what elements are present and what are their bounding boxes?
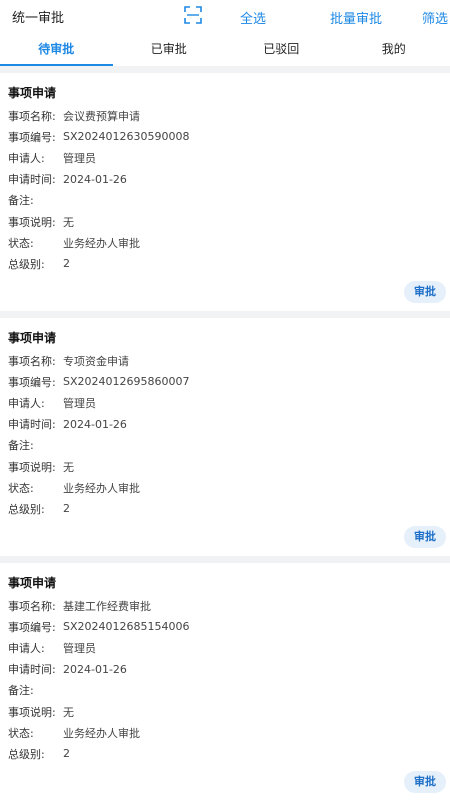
- item-name-value: 基建工作经费审批: [63, 599, 151, 613]
- level-row: 总级别: 2: [8, 253, 442, 274]
- applicant-row: 申请人: 管理员: [8, 392, 442, 413]
- tab-bar: 待审批 已审批 已驳回 我的: [0, 34, 450, 66]
- item-code-label: 事项编号:: [8, 130, 56, 144]
- description-value: 无: [63, 460, 74, 474]
- tab-rejected[interactable]: 已驳回: [225, 34, 338, 66]
- item-name-value: 会议费预算申请: [63, 109, 140, 123]
- description-label: 事项说明:: [8, 705, 56, 719]
- description-value: 无: [63, 215, 74, 229]
- applicant-value: 管理员: [63, 641, 96, 655]
- status-row: 状态: 业务经办人审批: [8, 232, 442, 253]
- tab-approved[interactable]: 已审批: [113, 34, 226, 66]
- level-value: 2: [63, 502, 70, 516]
- apply-time-label: 申请时间:: [8, 173, 56, 187]
- select-all-button[interactable]: 全选: [240, 8, 266, 27]
- status-row: 状态: 业务经办人审批: [8, 477, 442, 498]
- apply-time-row: 申请时间: 2024-01-26: [8, 414, 442, 435]
- page-title: 统一审批: [12, 11, 65, 26]
- scan-icon[interactable]: [184, 6, 202, 24]
- item-name-label: 事项名称:: [8, 109, 56, 123]
- status-value: 业务经办人审批: [63, 236, 140, 250]
- apply-time-value: 2024-01-26: [63, 662, 127, 676]
- status-value: 业务经办人审批: [63, 726, 140, 740]
- level-label: 总级别:: [8, 747, 45, 761]
- remark-label: 备注:: [8, 684, 34, 698]
- status-label: 状态:: [8, 726, 34, 740]
- item-name-row: 事项名称: 专项资金申请: [8, 350, 442, 371]
- apply-time-value: 2024-01-26: [63, 417, 127, 431]
- remark-row: 备注:: [8, 190, 442, 211]
- approve-button[interactable]: 审批: [404, 526, 446, 548]
- applicant-label: 申请人:: [8, 641, 45, 655]
- card-title: 事项申请: [8, 576, 57, 590]
- item-code-row: 事项编号: SX2024012630590008: [8, 126, 442, 147]
- tab-mine[interactable]: 我的: [338, 34, 450, 66]
- applicant-value: 管理员: [63, 151, 96, 165]
- description-row: 事项说明: 无: [8, 211, 442, 232]
- item-code-label: 事项编号:: [8, 375, 56, 389]
- apply-time-row: 申请时间: 2024-01-26: [8, 659, 442, 680]
- applicant-label: 申请人:: [8, 396, 45, 410]
- apply-time-value: 2024-01-26: [63, 172, 127, 186]
- approval-card: 事项申请 事项名称: 会议费预算申请 事项编号: SX202401263059000…: [0, 73, 450, 311]
- tab-pending[interactable]: 待审批: [0, 34, 113, 66]
- divider: [0, 66, 450, 73]
- item-code-value: SX2024012630590008: [63, 130, 190, 144]
- item-name-value: 专项资金申请: [63, 354, 129, 368]
- remark-label: 备注:: [8, 439, 34, 453]
- level-label: 总级别:: [8, 257, 45, 271]
- level-row: 总级别: 2: [8, 743, 442, 764]
- applicant-value: 管理员: [63, 396, 96, 410]
- applicant-row: 申请人: 管理员: [8, 147, 442, 168]
- filter-button[interactable]: 筛选: [422, 8, 448, 27]
- approval-card: 事项申请 事项名称: 专项资金申请 事项编号: SX2024012695860007…: [0, 318, 450, 556]
- approve-button[interactable]: 审批: [404, 771, 446, 793]
- item-name-label: 事项名称:: [8, 354, 56, 368]
- level-row: 总级别: 2: [8, 498, 442, 519]
- description-value: 无: [63, 705, 74, 719]
- top-bar: 统一审批 全选 批量审批 筛选: [0, 0, 450, 34]
- status-label: 状态:: [8, 481, 34, 495]
- description-row: 事项说明: 无: [8, 701, 442, 722]
- divider: [0, 556, 450, 563]
- level-label: 总级别:: [8, 502, 45, 516]
- item-name-row: 事项名称: 会议费预算申请: [8, 105, 442, 126]
- description-row: 事项说明: 无: [8, 456, 442, 477]
- applicant-label: 申请人:: [8, 151, 45, 165]
- level-value: 2: [63, 257, 70, 271]
- card-title: 事项申请: [8, 86, 57, 100]
- approval-list: 事项申请 事项名称: 会议费预算申请 事项编号: SX202401263059000…: [0, 66, 450, 800]
- item-code-value: SX2024012685154006: [63, 620, 190, 634]
- item-code-row: 事项编号: SX2024012695860007: [8, 371, 442, 392]
- item-code-value: SX2024012695860007: [63, 375, 190, 389]
- applicant-row: 申请人: 管理员: [8, 637, 442, 658]
- apply-time-label: 申请时间:: [8, 418, 56, 432]
- description-label: 事项说明:: [8, 215, 56, 229]
- apply-time-label: 申请时间:: [8, 663, 56, 677]
- status-label: 状态:: [8, 236, 34, 250]
- status-value: 业务经办人审批: [63, 481, 140, 495]
- remark-row: 备注:: [8, 680, 442, 701]
- card-title: 事项申请: [8, 331, 57, 345]
- approval-card: 事项申请 事项名称: 基建工作经费审批 事项编号: SX20240126851540…: [0, 563, 450, 800]
- item-name-label: 事项名称:: [8, 599, 56, 613]
- remark-row: 备注:: [8, 435, 442, 456]
- item-name-row: 事项名称: 基建工作经费审批: [8, 595, 442, 616]
- description-label: 事项说明:: [8, 460, 56, 474]
- divider: [0, 311, 450, 318]
- approve-button[interactable]: 审批: [404, 281, 446, 303]
- status-row: 状态: 业务经办人审批: [8, 722, 442, 743]
- remark-label: 备注:: [8, 194, 34, 208]
- apply-time-row: 申请时间: 2024-01-26: [8, 169, 442, 190]
- item-code-row: 事项编号: SX2024012685154006: [8, 616, 442, 637]
- batch-approve-button[interactable]: 批量审批: [330, 8, 382, 27]
- item-code-label: 事项编号:: [8, 620, 56, 634]
- level-value: 2: [63, 747, 70, 761]
